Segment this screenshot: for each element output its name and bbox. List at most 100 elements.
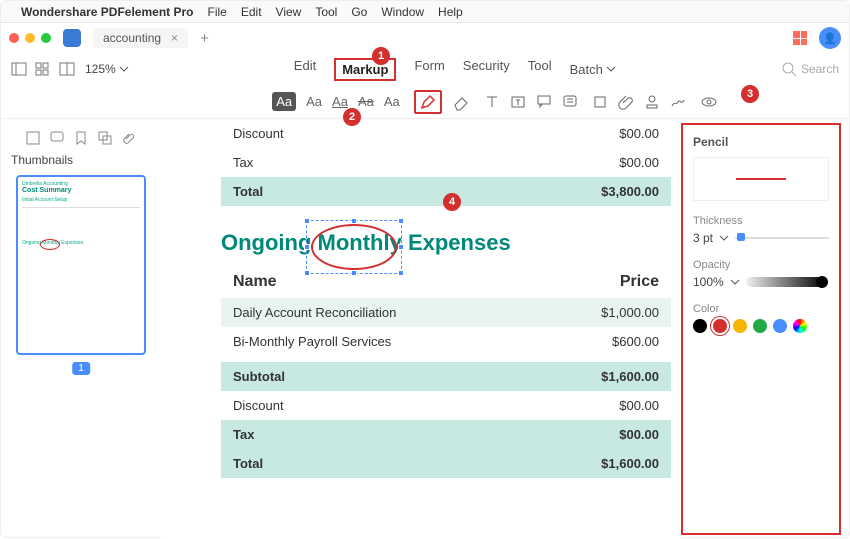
mode-form[interactable]: Form — [414, 58, 444, 81]
hide-annotations-tool[interactable] — [700, 93, 718, 111]
callout-badge-4: 4 — [443, 193, 461, 211]
table-row-total: Total$1,600.00 — [221, 449, 671, 478]
menu-file[interactable]: File — [208, 5, 227, 19]
stamp-tool[interactable] — [644, 94, 660, 110]
bookmarks-tab-icon[interactable] — [74, 131, 88, 145]
content-area: Thumbnails Umbrella Accounting Cost Summ… — [1, 119, 849, 539]
mode-batch[interactable]: Batch — [570, 58, 616, 81]
attachments-tab-icon[interactable] — [122, 131, 136, 145]
panel-title: Pencil — [693, 135, 829, 149]
layers-tab-icon[interactable] — [98, 131, 112, 145]
app-logo-icon — [63, 29, 81, 47]
section-heading: Ongoing Monthly Expenses — [221, 206, 671, 266]
mode-edit[interactable]: Edit — [294, 58, 316, 81]
menu-tool[interactable]: Tool — [315, 5, 337, 19]
menu-help[interactable]: Help — [438, 5, 463, 19]
callout-badge-2: 2 — [343, 108, 361, 126]
underline2-tool[interactable]: Aa — [332, 94, 348, 109]
textbox-tool[interactable] — [510, 94, 526, 110]
highlight-tool[interactable]: Aa — [272, 92, 296, 111]
thumbnails-panel: Thumbnails Umbrella Accounting Cost Summ… — [1, 119, 161, 539]
table-row: Daily Account Reconciliation$1,000.00 — [221, 298, 671, 327]
document-tab[interactable]: accounting × — [93, 28, 188, 48]
color-swatch-blue[interactable] — [773, 319, 787, 333]
thickness-value[interactable]: 3 pt — [693, 231, 713, 245]
shape-tool[interactable] — [592, 94, 608, 110]
note-tool[interactable] — [562, 94, 578, 110]
reading-view-icon[interactable] — [59, 61, 75, 77]
sidebar-toggle-icon[interactable] — [11, 61, 27, 77]
table-row-subtotal: Subtotal$1,600.00 — [221, 362, 671, 391]
window-tabbar: accounting × + 👤 — [1, 23, 849, 53]
chevron-down-icon — [606, 64, 616, 74]
markup-toolbar: Aa Aa Aa Aa Aa — [1, 85, 849, 119]
top-summary-table: Discount$00.00 Tax$00.00 Total$3,800.00 — [221, 119, 671, 206]
callout-badge-1: 1 — [372, 47, 390, 65]
thumbnails-tab-icon[interactable] — [26, 131, 40, 145]
attachment-tool[interactable] — [618, 94, 634, 110]
squiggly-tool[interactable]: Aa — [384, 94, 400, 109]
color-swatch-red[interactable] — [713, 319, 727, 333]
view-mode-buttons — [11, 61, 75, 77]
opacity-value[interactable]: 100% — [693, 275, 724, 289]
color-swatch-green[interactable] — [753, 319, 767, 333]
menu-edit[interactable]: Edit — [241, 5, 262, 19]
zoom-selector[interactable]: 125% — [85, 62, 129, 76]
document-view[interactable]: Discount$00.00 Tax$00.00 Total$3,800.00 … — [161, 119, 681, 539]
window-controls — [9, 33, 51, 43]
underline-tool[interactable]: Aa — [306, 94, 322, 109]
thumb-section1: Initial Account Setup — [22, 197, 140, 203]
page-thumbnail[interactable]: Umbrella Accounting Cost Summary Initial… — [16, 175, 146, 355]
fullscreen-window-button[interactable] — [41, 33, 51, 43]
search-box[interactable]: Search — [781, 61, 839, 77]
table-row: Bi-Monthly Payroll Services$600.00 — [221, 327, 671, 356]
grid-view-icon[interactable] — [35, 61, 51, 77]
callout-badge-3: 3 — [741, 85, 759, 103]
thumbnails-label: Thumbnails — [11, 153, 151, 167]
document-tab-label: accounting — [103, 31, 161, 45]
user-avatar[interactable]: 👤 — [819, 27, 841, 49]
thumb-title: Cost Summary — [22, 187, 140, 194]
menu-window[interactable]: Window — [381, 5, 424, 19]
pencil-icon — [420, 94, 436, 110]
signature-tool[interactable] — [670, 94, 686, 110]
zoom-value: 125% — [85, 62, 116, 76]
pencil-tool[interactable] — [414, 90, 442, 114]
search-placeholder: Search — [801, 62, 839, 76]
search-icon — [781, 61, 797, 77]
mode-security[interactable]: Security — [463, 58, 510, 81]
color-swatches — [693, 319, 829, 333]
thickness-slider[interactable] — [735, 237, 829, 239]
app-name: Wondershare PDFelement Pro — [21, 5, 194, 19]
opacity-label: Opacity — [693, 259, 829, 271]
mode-tool[interactable]: Tool — [528, 58, 552, 81]
color-label: Color — [693, 303, 829, 315]
text-tool[interactable] — [484, 94, 500, 110]
selection-handles[interactable] — [306, 220, 402, 274]
eraser-tool[interactable] — [452, 93, 470, 111]
close-tab-button[interactable]: × — [171, 31, 178, 45]
color-swatch-black[interactable] — [693, 319, 707, 333]
menu-go[interactable]: Go — [351, 5, 367, 19]
opacity-slider[interactable] — [746, 277, 826, 287]
callout-tool[interactable] — [536, 94, 552, 110]
new-tab-button[interactable]: + — [200, 30, 209, 47]
close-window-button[interactable] — [9, 33, 19, 43]
table-row: Tax$00.00 — [221, 148, 671, 177]
comments-tab-icon[interactable] — [50, 131, 64, 145]
color-swatch-yellow[interactable] — [733, 319, 747, 333]
mode-batch-label: Batch — [570, 62, 603, 77]
strikethrough-tool[interactable]: Aa — [358, 94, 374, 109]
apps-grid-icon[interactable] — [793, 31, 807, 45]
table-row: Discount$00.00 — [221, 391, 671, 420]
table-row: Discount$00.00 — [221, 119, 671, 148]
minimize-window-button[interactable] — [25, 33, 35, 43]
table-header: NamePrice — [221, 266, 671, 298]
table-row: Tax$00.00 — [221, 420, 671, 449]
menubar: Wondershare PDFelement Pro File Edit Vie… — [1, 1, 849, 23]
color-picker-button[interactable] — [793, 319, 807, 333]
menu-view[interactable]: View — [276, 5, 302, 19]
thumbnail-page-number: 1 — [72, 362, 90, 375]
chevron-down-icon — [730, 277, 740, 287]
chevron-down-icon — [719, 233, 729, 243]
